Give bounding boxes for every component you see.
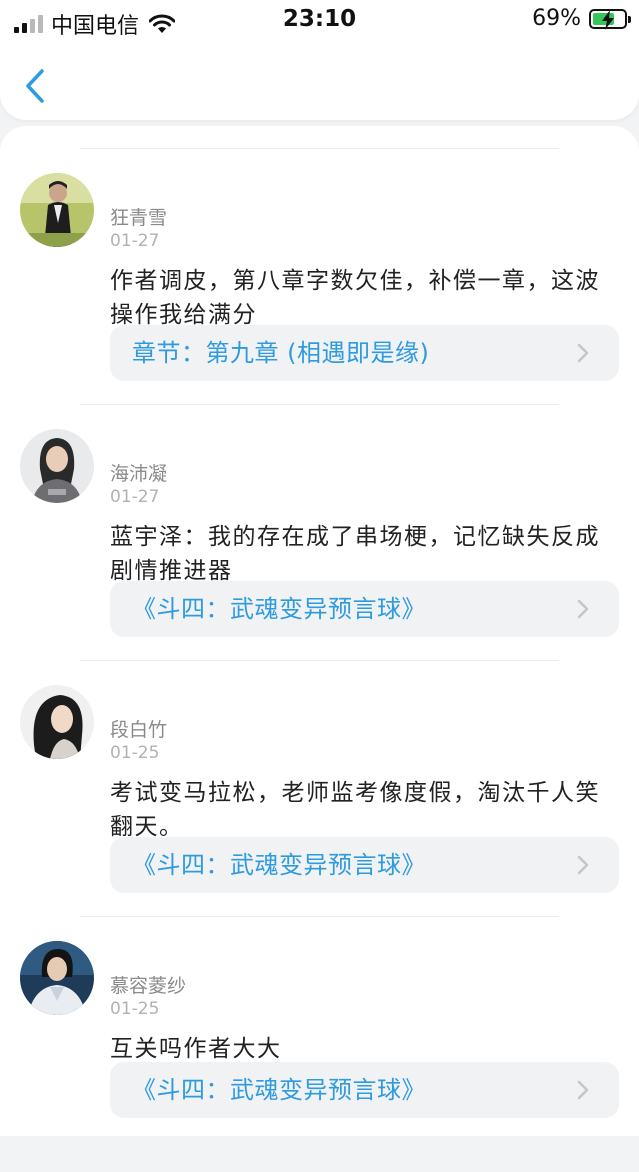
comment-date: 01-27 xyxy=(110,231,160,251)
battery-percent: 69% xyxy=(532,6,581,31)
comment-text: 作者调皮，第八章字数欠佳，补偿一章，这波操作我给满分 xyxy=(110,268,600,328)
link-label: 章节：第九章 (相遇即是缘) xyxy=(132,339,430,367)
user-name: 海沛凝 xyxy=(110,463,168,485)
divider xyxy=(80,404,559,405)
comment-item: 海沛凝 01-27 蓝宇泽：我的存在成了串场梗，记忆缺失反成剧情推进器 《斗四：… xyxy=(0,404,639,660)
comment-date: 01-25 xyxy=(110,999,160,1019)
nav-bar xyxy=(0,40,639,120)
comment-item: 段白竹 01-25 考试变马拉松，老师监考像度假，淘汰千人笑翻天。 《斗四：武魂… xyxy=(0,660,639,916)
comment-date: 01-27 xyxy=(110,487,160,507)
chevron-right-icon xyxy=(577,599,589,619)
chevron-right-icon xyxy=(577,1080,589,1100)
status-bar: 中国电信 23:10 69% xyxy=(0,0,639,40)
avatar[interactable] xyxy=(20,429,94,503)
user-name: 狂青雪 xyxy=(110,207,168,229)
comment-list: 狂青雪 01-27 作者调皮，第八章字数欠佳，补偿一章，这波操作我给满分 章节：… xyxy=(0,126,639,1136)
user-name: 段白竹 xyxy=(110,719,168,741)
back-button[interactable] xyxy=(22,68,52,104)
chapter-link-card[interactable]: 章节：第九章 (相遇即是缘) xyxy=(110,325,619,381)
battery-icon xyxy=(589,8,631,30)
book-link-card[interactable]: 《斗四：武魂变异预言球》 xyxy=(110,837,619,893)
user-name: 慕容菱纱 xyxy=(110,975,187,997)
chevron-left-icon xyxy=(26,69,44,103)
link-label: 《斗四：武魂变异预言球》 xyxy=(132,595,426,623)
book-link-card[interactable]: 《斗四：武魂变异预言球》 xyxy=(110,581,619,637)
status-right: 69% xyxy=(532,6,631,31)
link-label: 《斗四：武魂变异预言球》 xyxy=(132,851,426,879)
divider xyxy=(80,660,559,661)
divider xyxy=(80,148,559,149)
divider xyxy=(80,916,559,917)
book-link-card[interactable]: 《斗四：武魂变异预言球》 xyxy=(110,1062,619,1118)
chevron-right-icon xyxy=(577,343,589,363)
avatar[interactable] xyxy=(20,173,94,247)
charging-bolt-icon xyxy=(602,9,614,30)
link-label: 《斗四：武魂变异预言球》 xyxy=(132,1076,426,1104)
chevron-right-icon xyxy=(577,855,589,875)
avatar[interactable] xyxy=(20,941,94,1015)
comment-text: 考试变马拉松，老师监考像度假，淘汰千人笑翻天。 xyxy=(110,780,600,840)
avatar[interactable] xyxy=(20,685,94,759)
comment-item: 慕容菱纱 01-25 互关吗作者大大 《斗四：武魂变异预言球》 xyxy=(0,916,639,1172)
comment-item: 狂青雪 01-27 作者调皮，第八章字数欠佳，补偿一章，这波操作我给满分 章节：… xyxy=(0,148,639,404)
comment-text: 蓝宇泽：我的存在成了串场梗，记忆缺失反成剧情推进器 xyxy=(110,524,600,584)
comment-text: 互关吗作者大大 xyxy=(110,1036,282,1062)
comment-date: 01-25 xyxy=(110,743,160,763)
